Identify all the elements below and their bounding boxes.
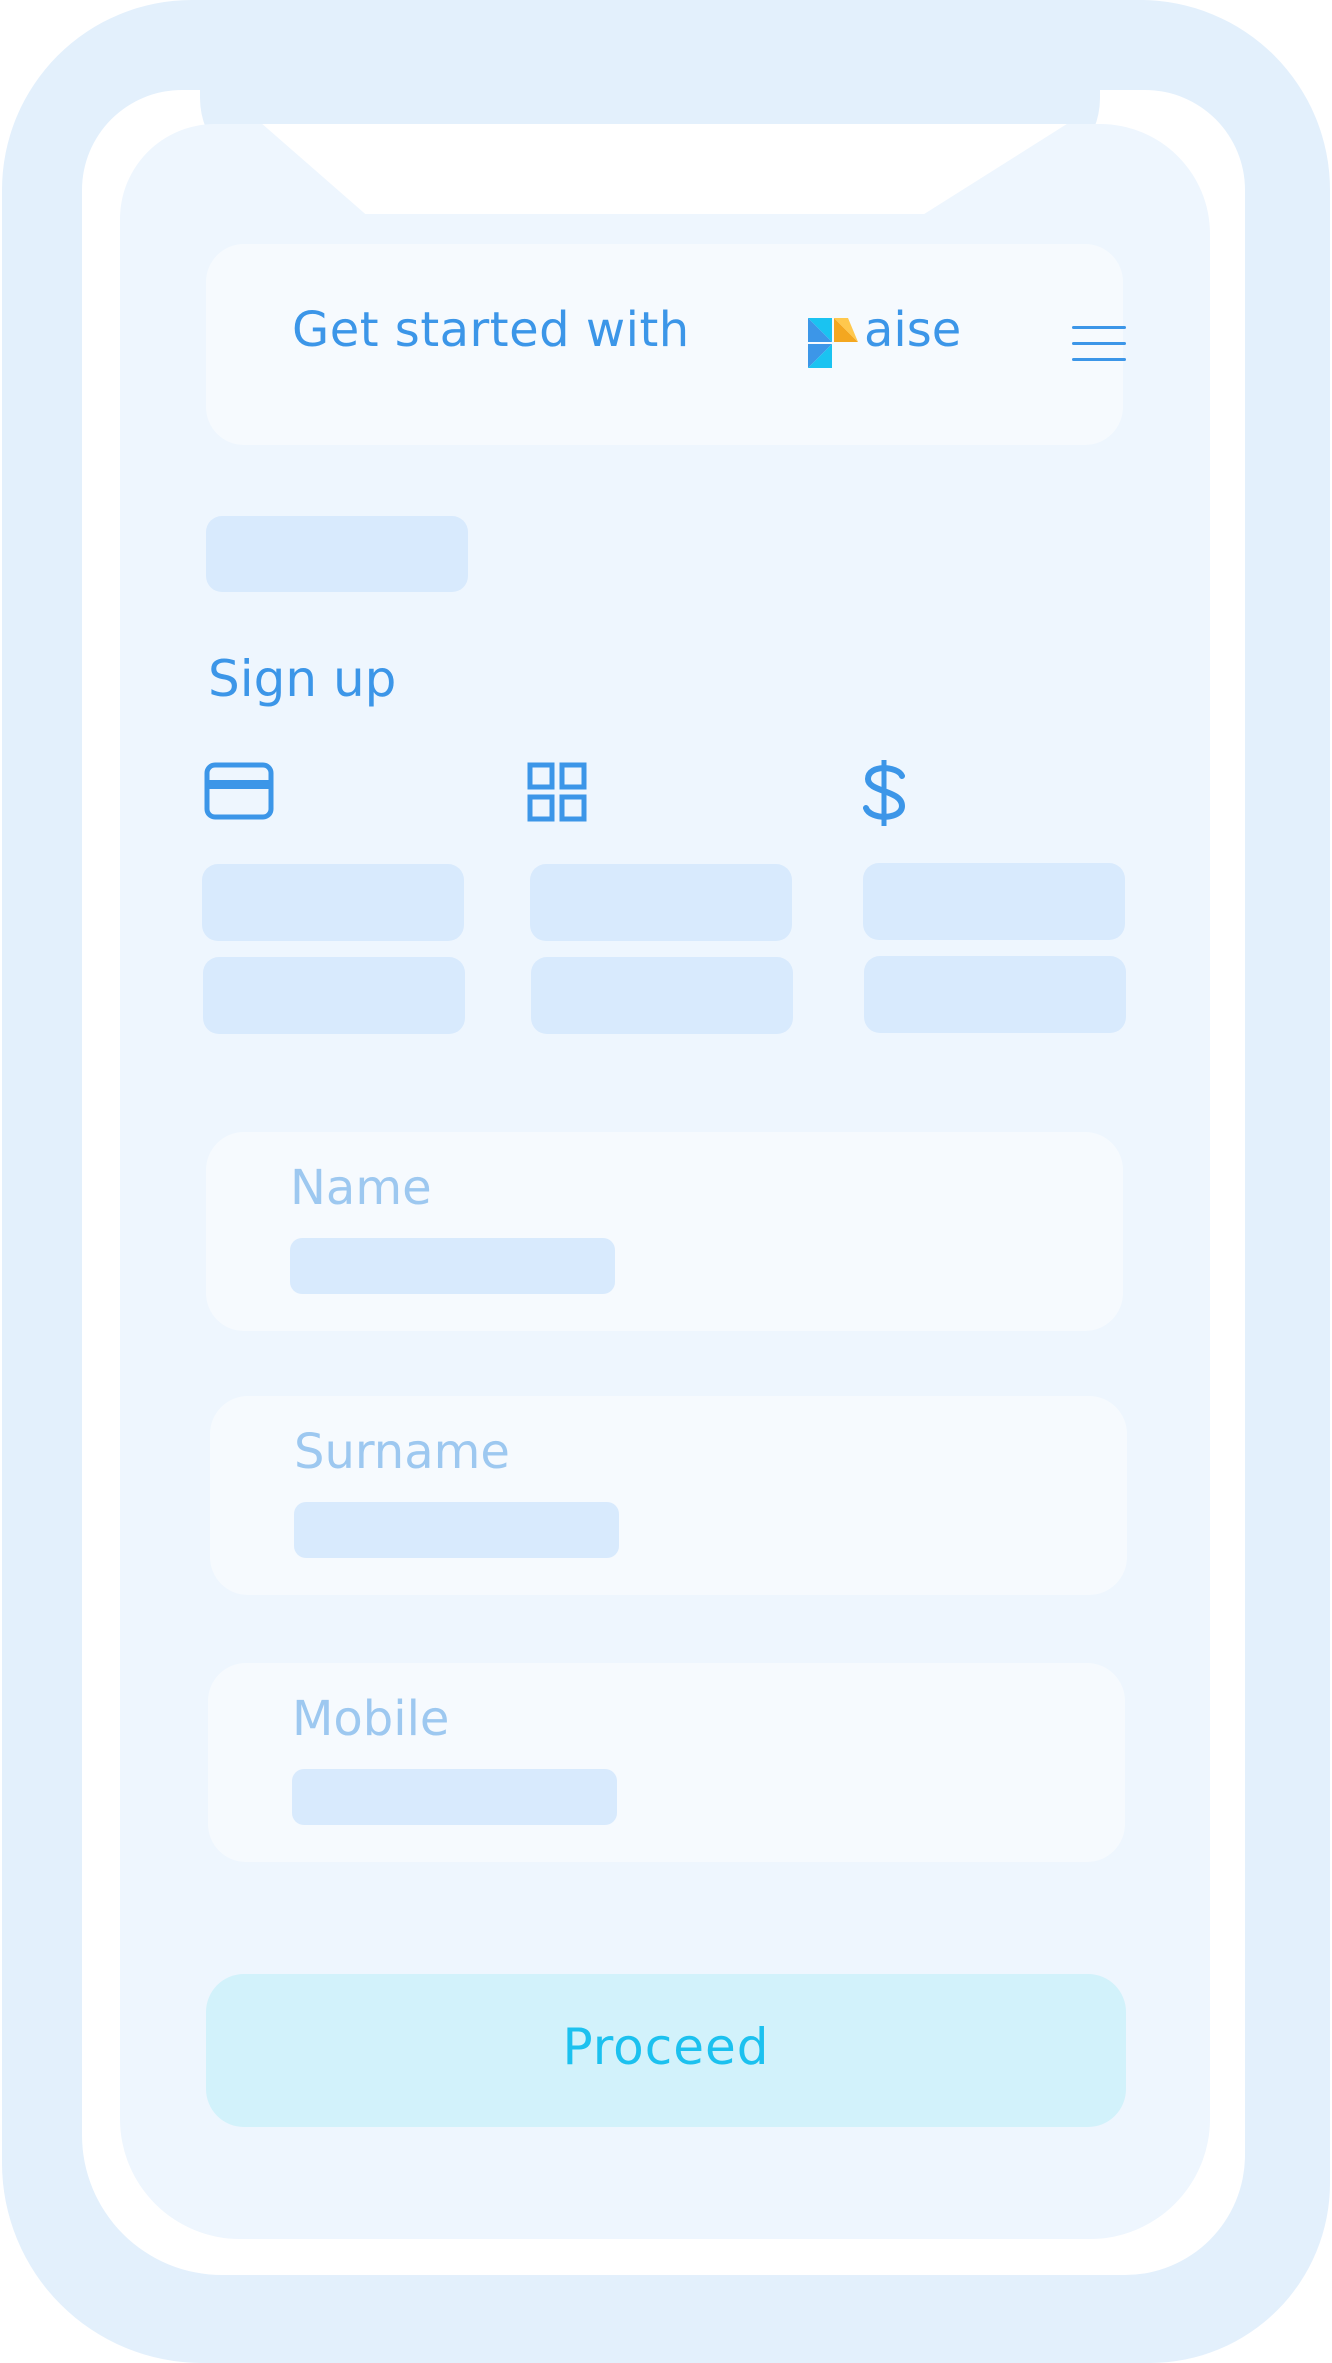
- mobile-label: Mobile: [292, 1691, 450, 1747]
- menu-button[interactable]: [1072, 326, 1126, 362]
- mobile-input[interactable]: [292, 1769, 617, 1825]
- surname-input[interactable]: [294, 1502, 619, 1558]
- option-placeholder[interactable]: [530, 864, 792, 941]
- grid-icon[interactable]: [527, 762, 587, 822]
- mobile-field-card: Mobile: [208, 1663, 1125, 1862]
- placeholder-tag: [206, 516, 468, 592]
- credit-card-icon[interactable]: [204, 762, 274, 820]
- header-title: Get started with: [292, 302, 690, 358]
- option-placeholder[interactable]: [864, 956, 1126, 1033]
- option-placeholder[interactable]: [203, 957, 465, 1034]
- signup-title: Sign up: [208, 650, 397, 708]
- surname-label: Surname: [294, 1424, 510, 1480]
- name-label: Name: [290, 1160, 432, 1216]
- option-placeholder[interactable]: [202, 864, 464, 941]
- brand-logo-icon: [808, 318, 858, 368]
- menu-icon: [1072, 326, 1126, 329]
- brand-name: aise: [864, 302, 962, 358]
- option-placeholder[interactable]: [531, 957, 793, 1034]
- menu-icon-line: [1072, 342, 1126, 345]
- screen-notch: [260, 124, 1070, 214]
- proceed-button[interactable]: Proceed: [206, 1974, 1126, 2127]
- surname-field-card: Surname: [210, 1396, 1127, 1595]
- dollar-icon[interactable]: [860, 758, 910, 828]
- menu-icon-line: [1072, 358, 1126, 361]
- option-placeholder[interactable]: [863, 863, 1125, 940]
- header-bar: Get started with aise: [206, 244, 1126, 445]
- name-input[interactable]: [290, 1238, 615, 1294]
- name-field-card: Name: [206, 1132, 1123, 1331]
- proceed-label: Proceed: [562, 2018, 770, 2076]
- app-screen: Get started with aise Sign up Name Surna…: [120, 124, 1210, 2239]
